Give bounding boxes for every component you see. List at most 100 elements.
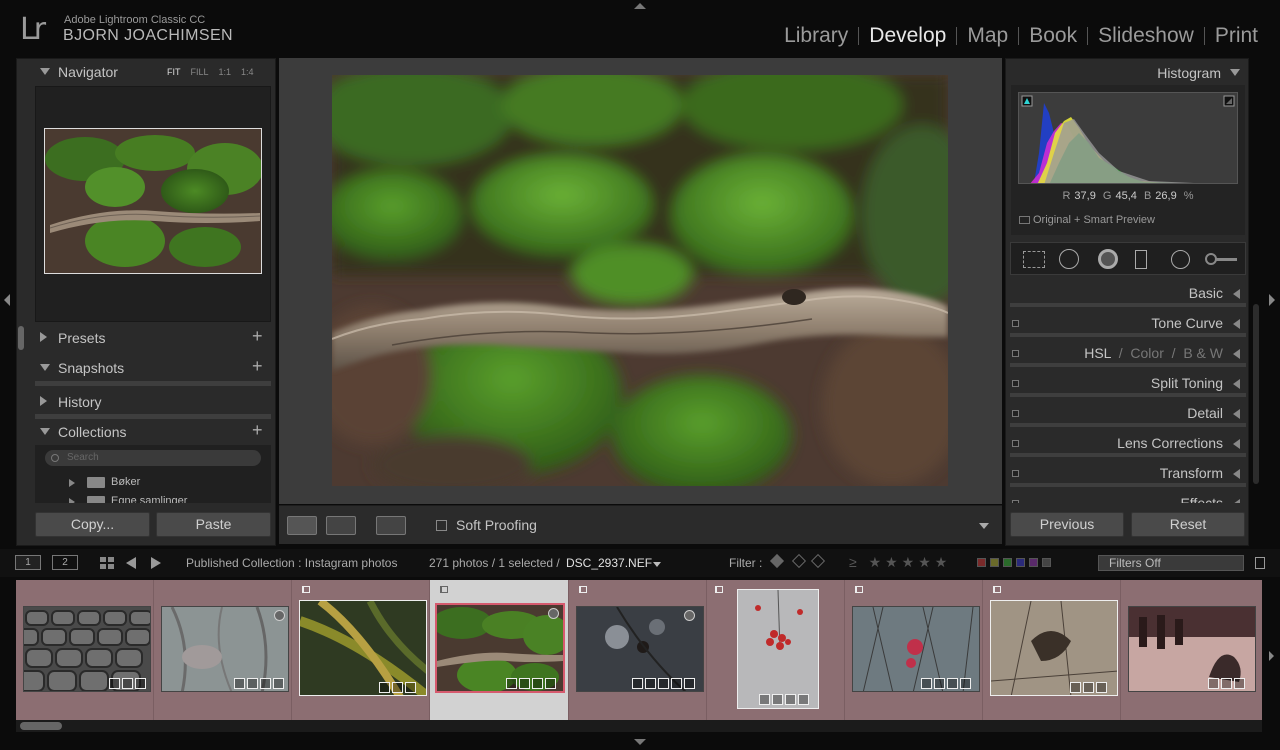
hsl-tab[interactable]: HSL bbox=[1084, 345, 1111, 361]
hsl-section-header[interactable]: HSL / Color / B & W bbox=[1010, 341, 1246, 367]
red-label-filter[interactable] bbox=[977, 558, 986, 567]
spot-removal-tool-icon[interactable] bbox=[1059, 249, 1079, 269]
filmstrip-cell-selected[interactable] bbox=[430, 580, 569, 720]
filename-chevron-down-icon[interactable] bbox=[653, 562, 661, 567]
add-collection-plus-icon[interactable]: + bbox=[252, 420, 263, 441]
filter-lock-icon[interactable] bbox=[1255, 557, 1265, 569]
collapsed-triangle-icon[interactable] bbox=[69, 479, 75, 487]
primary-window-button[interactable]: 1 bbox=[15, 555, 41, 570]
filmstrip-scrollbar[interactable] bbox=[16, 720, 1262, 732]
snapshots-header[interactable]: Snapshots + bbox=[17, 355, 277, 381]
presets-header[interactable]: Presets + bbox=[17, 325, 277, 351]
flag-icon[interactable] bbox=[440, 586, 448, 593]
filmstrip-next-arrow-icon[interactable] bbox=[1269, 651, 1274, 661]
collapse-left-arrow-icon[interactable] bbox=[4, 294, 10, 306]
flag-icon[interactable] bbox=[855, 586, 863, 593]
unflagged-filter-icon[interactable] bbox=[791, 553, 807, 569]
filmstrip-cell[interactable] bbox=[707, 580, 845, 720]
zoom-fill[interactable]: FILL bbox=[191, 67, 209, 77]
soft-proofing-checkbox[interactable] bbox=[436, 520, 447, 531]
add-snapshot-plus-icon[interactable]: + bbox=[252, 356, 263, 377]
collapse-top-arrow-icon[interactable] bbox=[634, 3, 646, 9]
blue-label-filter[interactable] bbox=[1016, 558, 1025, 567]
filter-preset-select[interactable]: Filters Off bbox=[1098, 555, 1244, 571]
bw-tab[interactable]: B & W bbox=[1183, 345, 1223, 361]
back-arrow-icon[interactable] bbox=[126, 557, 136, 569]
detail-section-header[interactable]: Detail bbox=[1010, 401, 1246, 427]
collection-search-input[interactable]: Search bbox=[45, 450, 261, 466]
before-after-left-right-button[interactable] bbox=[326, 516, 356, 535]
collapsed-triangle-icon[interactable] bbox=[69, 498, 75, 503]
flag-icon[interactable] bbox=[993, 586, 1001, 593]
thumbnail[interactable] bbox=[737, 589, 819, 709]
flag-icon[interactable] bbox=[579, 586, 587, 593]
rating-filter-stars[interactable]: ≥ ★★★★★ bbox=[849, 554, 951, 571]
flag-filter-icon[interactable] bbox=[769, 553, 785, 569]
collapse-right-arrow-icon[interactable] bbox=[1269, 294, 1275, 306]
module-print[interactable]: Print bbox=[1205, 24, 1268, 48]
histogram-title[interactable]: Histogram bbox=[1157, 65, 1221, 81]
module-book[interactable]: Book bbox=[1019, 24, 1087, 48]
panel-toggle-switch[interactable] bbox=[1012, 470, 1019, 477]
crop-overlay-tool-icon[interactable] bbox=[1023, 251, 1045, 268]
module-develop[interactable]: Develop bbox=[859, 24, 956, 48]
graduated-filter-tool-icon[interactable] bbox=[1135, 250, 1147, 269]
panel-toggle-switch[interactable] bbox=[1012, 410, 1019, 417]
filmstrip-cell[interactable] bbox=[983, 580, 1121, 720]
filmstrip-cell[interactable] bbox=[569, 580, 707, 720]
loupe-view-button[interactable] bbox=[287, 516, 317, 535]
copy-button[interactable]: Copy... bbox=[35, 512, 150, 537]
radial-filter-tool-icon[interactable] bbox=[1171, 250, 1190, 269]
lens-corrections-section-header[interactable]: Lens Corrections bbox=[1010, 431, 1246, 457]
grid-view-icon[interactable] bbox=[100, 557, 114, 569]
filmstrip-cell[interactable] bbox=[292, 580, 430, 720]
filmstrip-cell[interactable] bbox=[16, 580, 154, 720]
panel-toggle-switch[interactable] bbox=[1012, 440, 1019, 447]
navigator-thumbnail[interactable] bbox=[44, 128, 262, 274]
filmstrip-scroll-thumb[interactable] bbox=[20, 722, 62, 730]
zoom-fit[interactable]: FIT bbox=[167, 67, 181, 77]
split-toning-section-header[interactable]: Split Toning bbox=[1010, 371, 1246, 397]
collapse-bottom-arrow-icon[interactable] bbox=[634, 739, 646, 745]
color-tab[interactable]: Color bbox=[1130, 345, 1163, 361]
transform-section-header[interactable]: Transform bbox=[1010, 461, 1246, 487]
no-label-filter[interactable] bbox=[1042, 558, 1051, 567]
module-slideshow[interactable]: Slideshow bbox=[1088, 24, 1204, 48]
panel-toggle-switch[interactable] bbox=[1012, 500, 1019, 503]
before-after-swap-button[interactable] bbox=[376, 516, 406, 535]
red-eye-tool-icon[interactable] bbox=[1098, 249, 1118, 269]
forward-arrow-icon[interactable] bbox=[151, 557, 161, 569]
paste-button[interactable]: Paste bbox=[156, 512, 271, 537]
right-panel-scrollbar[interactable] bbox=[1253, 304, 1259, 484]
purple-label-filter[interactable] bbox=[1029, 558, 1038, 567]
module-map[interactable]: Map bbox=[957, 24, 1018, 48]
filmstrip-cell[interactable] bbox=[1121, 580, 1259, 720]
toolbar-menu-chevron-down-icon[interactable] bbox=[979, 523, 989, 529]
secondary-window-button[interactable]: 2 bbox=[52, 555, 78, 570]
flag-icon[interactable] bbox=[715, 586, 723, 593]
selected-filename[interactable]: DSC_2937.NEF bbox=[566, 556, 652, 570]
panel-toggle-switch[interactable] bbox=[1012, 380, 1019, 387]
previous-button[interactable]: Previous bbox=[1010, 512, 1124, 537]
tone-curve-section-header[interactable]: Tone Curve bbox=[1010, 311, 1246, 337]
history-header[interactable]: History bbox=[17, 389, 277, 415]
yellow-label-filter[interactable] bbox=[990, 558, 999, 567]
panel-toggle-switch[interactable] bbox=[1012, 350, 1019, 357]
green-label-filter[interactable] bbox=[1003, 558, 1012, 567]
reset-button[interactable]: Reset bbox=[1131, 512, 1245, 537]
collections-header[interactable]: Collections + bbox=[17, 419, 277, 445]
flag-icon[interactable] bbox=[302, 586, 310, 593]
panel-toggle-switch[interactable] bbox=[1012, 320, 1019, 327]
add-preset-plus-icon[interactable]: + bbox=[252, 326, 263, 347]
left-panel-scrollbar[interactable] bbox=[18, 326, 24, 350]
expanded-triangle-icon[interactable] bbox=[1230, 69, 1240, 76]
navigator-header[interactable]: Navigator FIT FILL 1:1 1:4 bbox=[17, 59, 277, 85]
effects-section-header[interactable]: Effects bbox=[1010, 491, 1246, 503]
basic-section-header[interactable]: Basic bbox=[1010, 281, 1246, 307]
rejected-filter-icon[interactable] bbox=[810, 553, 826, 569]
zoom-1-4[interactable]: 1:4 bbox=[241, 67, 254, 77]
main-photo[interactable] bbox=[332, 75, 948, 486]
zoom-1-1[interactable]: 1:1 bbox=[219, 67, 232, 77]
histogram-graph[interactable] bbox=[1018, 92, 1238, 184]
filmstrip-cell[interactable] bbox=[154, 580, 292, 720]
